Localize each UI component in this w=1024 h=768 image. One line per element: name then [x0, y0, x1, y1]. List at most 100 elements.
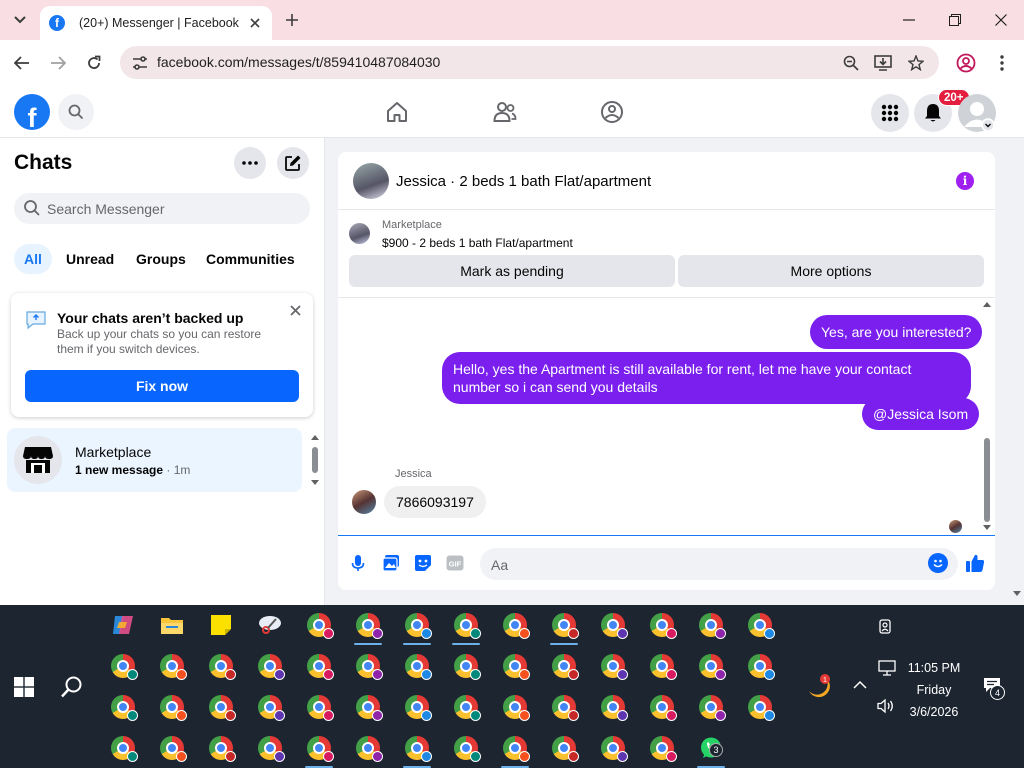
restore-window-icon[interactable]	[933, 6, 977, 34]
site-info-icon[interactable]	[130, 53, 150, 73]
chrome-taskbar-icon[interactable]	[253, 649, 287, 683]
filter-groups[interactable]: Groups	[126, 244, 196, 274]
chrome-taskbar-icon[interactable]	[694, 649, 728, 683]
chrome-taskbar-icon[interactable]	[596, 690, 630, 724]
chrome-taskbar-icon[interactable]	[204, 690, 238, 724]
account-avatar[interactable]	[958, 94, 996, 132]
friends-icon[interactable]	[491, 98, 519, 126]
chrome-taskbar-icon[interactable]	[400, 649, 434, 683]
chrome-taskbar-icon[interactable]	[547, 608, 581, 645]
profile-icon[interactable]	[953, 50, 979, 76]
chrome-taskbar-icon[interactable]	[155, 649, 189, 683]
weather-icon[interactable]: 1	[805, 673, 831, 699]
network-icon[interactable]	[878, 660, 896, 676]
page-scroll-down-icon[interactable]	[1012, 590, 1022, 598]
chrome-taskbar-icon[interactable]	[106, 649, 140, 683]
chrome-taskbar-icon[interactable]	[351, 731, 385, 765]
new-message-icon[interactable]	[277, 147, 309, 179]
back-arrow-icon[interactable]	[8, 49, 36, 77]
new-tab-icon[interactable]	[280, 8, 304, 32]
message-input[interactable]: Aa	[480, 548, 958, 580]
chrome-taskbar-icon[interactable]	[596, 731, 630, 765]
more-options-button[interactable]: More options	[678, 255, 984, 287]
emoji-icon[interactable]	[928, 553, 948, 573]
chrome-taskbar-icon[interactable]	[743, 608, 777, 642]
outgoing-message-mention[interactable]: @Jessica Isom	[862, 398, 980, 430]
chrome-taskbar-icon[interactable]	[106, 731, 140, 765]
show-hidden-icons-chevron-icon[interactable]	[853, 680, 867, 689]
sticker-icon[interactable]	[412, 552, 434, 574]
close-icon[interactable]	[286, 301, 304, 319]
tab-close-icon[interactable]	[246, 14, 264, 32]
incoming-message[interactable]: 7866093197	[384, 486, 486, 518]
listing-thumbnail[interactable]	[349, 223, 370, 244]
chrome-taskbar-icon[interactable]	[547, 690, 581, 724]
outgoing-message[interactable]: Yes, are you interested?	[810, 315, 983, 349]
sender-avatar[interactable]	[352, 490, 376, 514]
browser-menu-icon[interactable]	[989, 50, 1015, 76]
search-messenger-input[interactable]: Search Messenger	[14, 193, 310, 224]
chrome-taskbar-icon[interactable]	[547, 649, 581, 683]
install-app-icon[interactable]	[872, 52, 894, 74]
thumbs-up-like-icon[interactable]	[964, 552, 986, 574]
windows-start-icon[interactable]	[14, 677, 34, 697]
conversation-list-item[interactable]: Marketplace 1 new message · 1m	[7, 428, 302, 492]
scroll-down-arrow-icon[interactable]	[982, 524, 992, 532]
listing-price-title[interactable]: $900 - 2 beds 1 bath Flat/apartment	[382, 236, 573, 250]
zoom-icon[interactable]	[840, 52, 862, 74]
info-icon[interactable]: i	[956, 172, 974, 190]
chrome-taskbar-icon[interactable]	[498, 731, 532, 768]
chrome-taskbar-icon[interactable]	[253, 731, 287, 765]
chrome-taskbar-icon[interactable]	[204, 649, 238, 683]
fix-now-button[interactable]: Fix now	[25, 370, 299, 402]
listing-avatar[interactable]	[353, 163, 389, 199]
filter-communities[interactable]: Communities	[196, 244, 305, 274]
chrome-taskbar-icon[interactable]	[743, 649, 777, 683]
address-bar[interactable]: facebook.com/messages/t/859410487084030	[120, 46, 939, 79]
chrome-taskbar-icon[interactable]	[645, 690, 679, 724]
chrome-taskbar-icon[interactable]	[498, 649, 532, 683]
whatsapp-icon[interactable]: 3	[694, 731, 728, 768]
reload-icon[interactable]	[80, 49, 108, 77]
chrome-taskbar-icon[interactable]	[302, 690, 336, 724]
chrome-taskbar-icon[interactable]	[596, 608, 630, 642]
chrome-taskbar-icon[interactable]	[351, 608, 385, 645]
chrome-taskbar-icon[interactable]	[351, 690, 385, 724]
chrome-taskbar-icon[interactable]	[498, 608, 532, 642]
chrome-taskbar-icon[interactable]	[253, 690, 287, 724]
forward-arrow-icon[interactable]	[44, 49, 72, 77]
chrome-taskbar-icon[interactable]	[302, 731, 336, 768]
chat-list-scrollbar[interactable]	[310, 433, 320, 491]
close-window-icon[interactable]	[979, 6, 1023, 34]
chrome-taskbar-icon[interactable]	[400, 690, 434, 724]
chrome-taskbar-icon[interactable]	[645, 731, 679, 765]
chrome-taskbar-icon[interactable]	[743, 690, 777, 724]
system-clock[interactable]: 11:05 PM Friday 3/6/2026	[898, 657, 970, 723]
chrome-taskbar-icon[interactable]	[400, 608, 434, 645]
file-explorer-icon[interactable]	[155, 608, 189, 642]
chrome-taskbar-icon[interactable]	[302, 608, 336, 642]
copilot-icon[interactable]	[106, 608, 140, 642]
microphone-icon[interactable]	[347, 552, 369, 574]
chrome-taskbar-icon[interactable]	[645, 649, 679, 683]
minimize-window-icon[interactable]	[887, 6, 931, 34]
gif-icon[interactable]: GIF	[444, 552, 466, 574]
snipping-tool-icon[interactable]	[253, 608, 287, 642]
filter-unread[interactable]: Unread	[56, 244, 124, 274]
chrome-taskbar-icon[interactable]	[449, 608, 483, 645]
home-icon[interactable]	[383, 98, 411, 126]
outgoing-message[interactable]: Hello, yes the Apartment is still availa…	[442, 352, 971, 404]
sticky-notes-icon[interactable]	[204, 608, 238, 642]
chrome-taskbar-icon[interactable]	[498, 690, 532, 724]
taskbar-search-icon[interactable]	[60, 675, 84, 699]
chrome-taskbar-icon[interactable]	[204, 731, 238, 765]
gaming-icon[interactable]	[598, 98, 626, 126]
search-icon[interactable]	[58, 94, 94, 130]
chrome-taskbar-icon[interactable]	[106, 690, 140, 724]
meeting-icon[interactable]	[879, 619, 893, 635]
more-options-icon[interactable]	[234, 147, 266, 179]
bookmark-star-icon[interactable]	[905, 52, 927, 74]
mark-as-pending-button[interactable]: Mark as pending	[349, 255, 675, 287]
chrome-taskbar-icon[interactable]	[547, 731, 581, 765]
chrome-taskbar-icon[interactable]	[694, 608, 728, 642]
